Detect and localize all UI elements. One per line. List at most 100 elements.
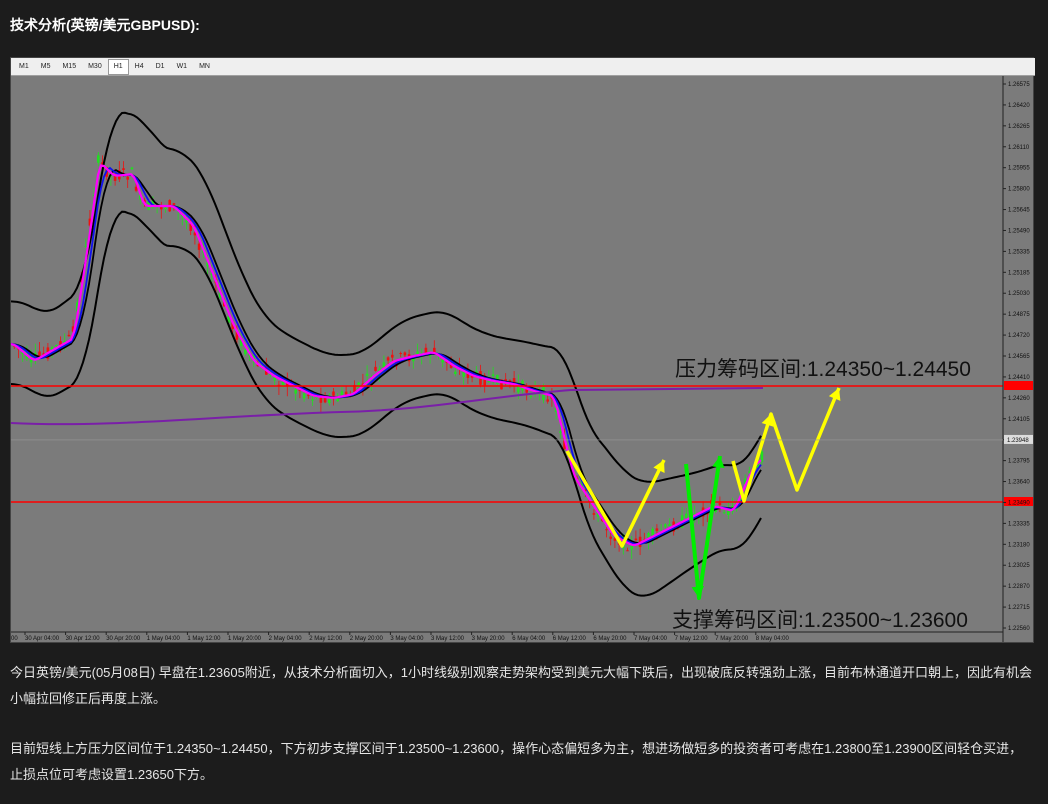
candle-body	[609, 536, 612, 539]
price-tick-label: 1.25490	[1008, 228, 1030, 234]
candle-body	[307, 394, 310, 396]
candle-body	[605, 529, 608, 531]
price-tick-label: 1.24720	[1008, 333, 1030, 339]
timeframe-m1-button[interactable]: M1	[13, 59, 35, 75]
candle-body	[386, 357, 390, 361]
candle-body	[655, 528, 659, 532]
time-tick-label: 7 May 12:00	[675, 636, 709, 642]
candle-body	[332, 391, 335, 396]
candle-body	[197, 243, 201, 250]
time-tick-label: 2 May 12:00	[309, 636, 343, 642]
candle-body	[428, 355, 432, 357]
page-heading: 技术分析(英镑/美元GBPUSD):	[10, 17, 200, 33]
candle-body	[126, 176, 129, 180]
trend-arrows	[565, 387, 841, 600]
time-tick-label: 1 May 12:00	[187, 636, 221, 642]
time-tick-label: 3 May 12:00	[431, 636, 465, 642]
timeframe-toolbar: M1 M5 M15 M30 H1 H4 D1 W1 MN	[11, 58, 1035, 76]
price-chart: M1 M5 M15 M30 H1 H4 D1 W1 MN 1.26575 1.26420 1.262…	[10, 57, 1035, 643]
price-tick-label: 1.23180	[1008, 542, 1030, 548]
candle-body	[130, 167, 134, 170]
candle-body	[718, 502, 722, 506]
time-tick-label: 8 May 04:00	[756, 636, 790, 642]
candle-body	[340, 391, 344, 396]
candle-body	[664, 524, 667, 527]
analysis-paragraph-2: 目前短线上方压力区间位于1.24350~1.24450，下方初步支撑区间于1.2…	[10, 741, 1023, 782]
candle-body	[374, 366, 377, 371]
price-tick-label: 1.26575	[1008, 82, 1030, 88]
candle-body	[626, 550, 629, 552]
candle-body	[668, 524, 671, 526]
candle-body	[55, 345, 58, 347]
price-tick-label: 1.24260	[1008, 396, 1030, 402]
candlestick-chart: 1.26575 1.26420 1.26265 1.26110 1.25955 1.258…	[11, 76, 1033, 642]
candle-body	[391, 354, 394, 358]
time-tick-label: 6 May 04:00	[512, 636, 546, 642]
level-lines	[11, 381, 1033, 506]
time-tick-label: 30 Apr 04:00	[25, 636, 60, 642]
timeframe-m30-button[interactable]: M30	[82, 59, 108, 75]
price-tick-label: 1.22560	[1008, 626, 1030, 632]
price-tick-label: 1.26110	[1008, 145, 1030, 151]
candle-body	[634, 538, 638, 541]
timeframe-w1-button[interactable]: W1	[171, 59, 194, 75]
price-tick-label: 1.24565	[1008, 354, 1030, 360]
price-tick-label: 1.25645	[1008, 208, 1030, 214]
price-tick-label: 1.22870	[1008, 584, 1030, 590]
candle-body	[302, 393, 306, 399]
price-tick-label: 1.26420	[1008, 103, 1030, 109]
price-tick-label: 1.25335	[1008, 249, 1030, 255]
time-tick-label: 30 Apr 20:00	[106, 636, 141, 642]
candle-body	[38, 351, 41, 357]
resistance-price-marker	[1004, 381, 1033, 390]
time-tick-label: 30 Apr 12:00	[66, 636, 101, 642]
time-tick-label: 7 May 04:00	[634, 636, 668, 642]
time-tick-label: 2 May 04:00	[269, 636, 303, 642]
candle-body	[546, 399, 549, 402]
candle-body	[311, 399, 314, 401]
candle-body	[67, 334, 71, 337]
timeframe-mn-button[interactable]: MN	[193, 59, 216, 75]
time-tick-label: 1 May 04:00	[147, 636, 181, 642]
timeframe-d1-button[interactable]: D1	[150, 59, 171, 75]
resistance-zone-label: 压力筹码区间:1.24350~1.24450	[675, 358, 971, 381]
timeframe-h1-button[interactable]: H1	[107, 58, 129, 75]
time-tick-label: 3 May 04:00	[390, 636, 424, 642]
analysis-paragraph-1: 今日英镑/美元(05月08日) 早盘在1.23605附近，从技术分析面切入，1小…	[10, 665, 1033, 706]
candle-body	[529, 396, 533, 398]
candle-body	[592, 513, 596, 515]
yellow-arrow-path-2	[731, 387, 841, 503]
green-arrow-head	[691, 586, 705, 598]
price-tick-label: 1.25955	[1008, 166, 1030, 172]
timeframe-m5-button[interactable]: M5	[35, 59, 57, 75]
time-tick-label: 7 May 20:00	[715, 636, 749, 642]
time-tick-label: 6 May 20:00	[593, 636, 627, 642]
current-price-label: 1.23948	[1007, 438, 1029, 444]
time-tick-label: 6 May 12:00	[553, 636, 587, 642]
moving-average-long	[11, 387, 764, 426]
price-tick-label: 1.23335	[1008, 521, 1030, 527]
price-tick-label: 1.23025	[1008, 563, 1030, 569]
price-tick-label: 1.24875	[1008, 312, 1030, 318]
timeframe-h4-button[interactable]: H4	[129, 59, 150, 75]
price-tick-label: 1.23490	[1008, 500, 1030, 506]
support-zone-label: 支撑筹码区间:1.23500~1.23600	[672, 609, 968, 632]
price-tick-label: 1.23795	[1008, 459, 1030, 465]
price-tick-label: 1.24105	[1008, 417, 1030, 423]
price-tick-label: 1.26265	[1008, 124, 1030, 130]
candle-body	[244, 349, 247, 355]
price-tick-label: 1.25030	[1008, 291, 1030, 297]
candle-body	[403, 352, 407, 356]
candle-body	[722, 512, 726, 514]
candle-body	[365, 373, 369, 377]
candle-body	[399, 353, 402, 355]
price-tick-label: 1.25800	[1008, 187, 1030, 193]
time-tick-label: 3 May 20:00	[472, 636, 506, 642]
candle-body	[172, 203, 176, 205]
candle-body	[559, 431, 562, 433]
timeframe-m15-button[interactable]: M15	[56, 59, 82, 75]
moving-average-blue	[11, 166, 762, 545]
candle-body	[84, 245, 87, 247]
candle-body	[122, 168, 125, 171]
green-arrow-path	[684, 455, 722, 600]
